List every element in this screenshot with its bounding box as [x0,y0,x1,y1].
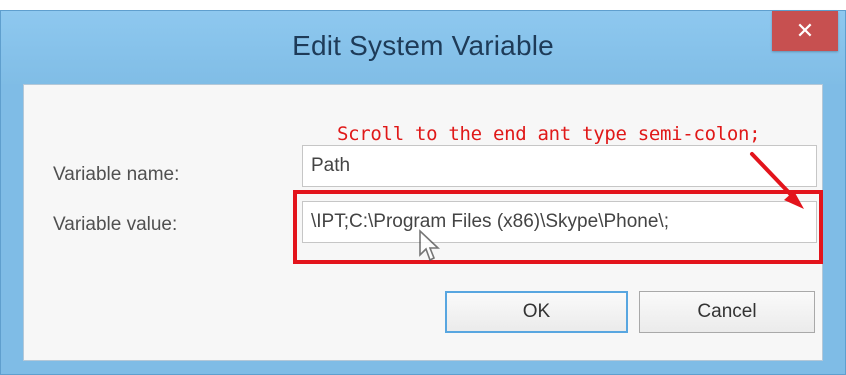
cancel-button[interactable]: Cancel [639,291,815,333]
mouse-pointer-icon [419,229,441,262]
dialog-body: Scroll to the end ant type semi-colon; V… [23,84,823,361]
dialog-title: Edit System Variable [292,30,554,61]
variable-value-label: Variable value: [53,214,178,235]
ok-button[interactable]: OK [445,291,628,333]
close-button[interactable]: ✕ [772,11,838,51]
close-icon: ✕ [795,18,815,43]
annotation-highlight-box [293,190,823,264]
screenshot-stage: Edit System Variable ✕ Scroll to the end… [0,0,846,375]
title-bar[interactable]: Edit System Variable ✕ [1,11,845,84]
edit-system-variable-dialog: Edit System Variable ✕ Scroll to the end… [0,10,846,375]
annotation-instruction: Scroll to the end ant type semi-colon; [337,123,761,145]
variable-name-input[interactable]: Path [302,145,817,187]
variable-name-label: Variable name: [53,164,180,185]
